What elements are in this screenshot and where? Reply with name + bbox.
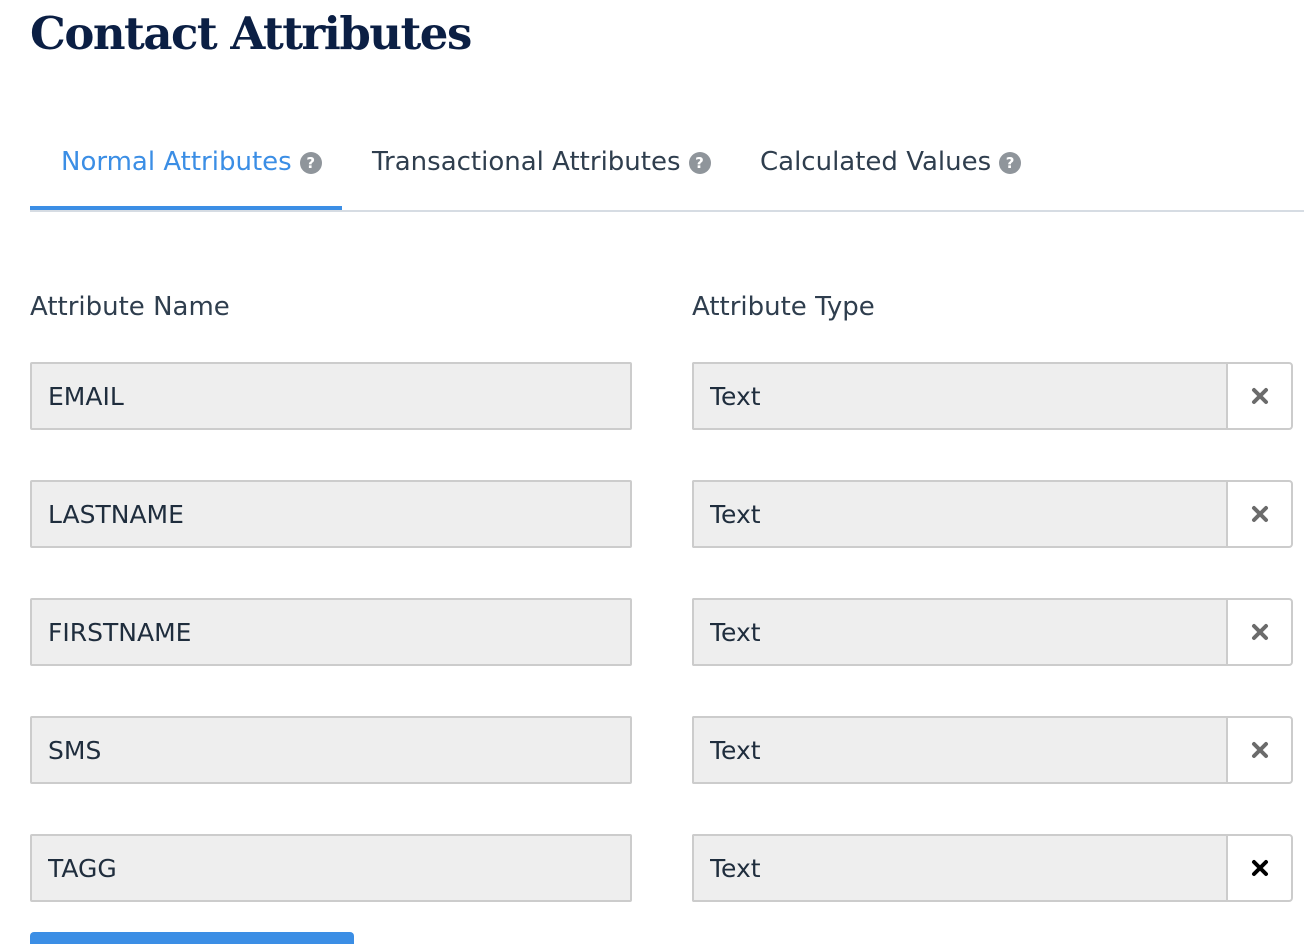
attribute-row <box>0 598 1304 666</box>
attribute-row <box>0 362 1304 430</box>
delete-attribute-button[interactable] <box>1226 716 1293 784</box>
page-title: Contact Attributes <box>30 7 472 60</box>
help-circle-icon[interactable]: ? <box>999 152 1022 174</box>
attribute-type-header: Attribute Type <box>692 292 875 322</box>
attribute-name-header: Attribute Name <box>30 292 230 322</box>
delete-attribute-button[interactable] <box>1226 834 1293 902</box>
attribute-name-field[interactable] <box>30 362 632 430</box>
help-circle-icon[interactable]: ? <box>299 152 322 174</box>
close-icon <box>1251 742 1268 758</box>
attribute-type-field[interactable] <box>692 834 1227 902</box>
delete-attribute-button[interactable] <box>1226 480 1293 548</box>
close-icon <box>1251 624 1268 640</box>
close-icon <box>1251 388 1268 404</box>
attribute-type-field[interactable] <box>692 598 1227 666</box>
tab-label: Transactional Attributes <box>372 147 681 177</box>
add-attribute-button[interactable] <box>30 932 354 944</box>
tab-transactional-attributes[interactable]: Transactional Attributes? <box>372 122 711 210</box>
help-circle-icon[interactable]: ? <box>688 152 711 174</box>
attribute-row <box>0 716 1304 784</box>
tab-label: Normal Attributes <box>61 147 292 177</box>
delete-attribute-button[interactable] <box>1226 362 1293 430</box>
close-icon <box>1251 860 1268 876</box>
attribute-name-field[interactable] <box>30 598 632 666</box>
tab-normal-attributes[interactable]: Normal Attributes? <box>30 122 342 210</box>
attribute-tabs: Normal Attributes? Transactional Attribu… <box>30 122 1304 212</box>
attribute-name-field[interactable] <box>30 716 632 784</box>
attribute-type-field[interactable] <box>692 716 1227 784</box>
tab-calculated-values[interactable]: Calculated Values? <box>760 122 1022 210</box>
tab-label: Calculated Values <box>760 147 992 177</box>
close-icon <box>1251 506 1268 522</box>
attribute-row <box>0 834 1304 902</box>
attribute-type-field[interactable] <box>692 362 1227 430</box>
attribute-type-field[interactable] <box>692 480 1227 548</box>
delete-attribute-button[interactable] <box>1226 598 1293 666</box>
attribute-name-field[interactable] <box>30 480 632 548</box>
attribute-name-field[interactable] <box>30 834 632 902</box>
attribute-row <box>0 480 1304 548</box>
